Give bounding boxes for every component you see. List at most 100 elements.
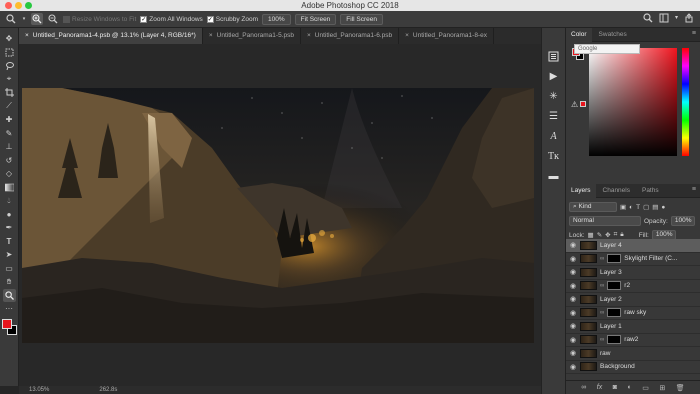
link-icon[interactable]: ∞ bbox=[600, 256, 604, 262]
minimize-window-button[interactable] bbox=[15, 2, 22, 9]
layer-thumbnail[interactable] bbox=[580, 294, 597, 304]
filter-smart-icon[interactable]: ▤ bbox=[652, 203, 658, 211]
layer-name[interactable]: r2 bbox=[624, 282, 630, 289]
dodge-tool-icon[interactable]: ● bbox=[3, 208, 16, 222]
document-image[interactable] bbox=[22, 88, 534, 343]
layer-row[interactable]: ◉ ∞ r2 bbox=[566, 280, 700, 293]
zoom-tool-preset-icon[interactable] bbox=[5, 13, 17, 25]
clone-stamp-tool-icon[interactable]: ⊥ bbox=[3, 140, 16, 154]
workspace-icon[interactable] bbox=[659, 13, 669, 25]
layer-row[interactable]: ◉ Layer 4 bbox=[566, 239, 700, 253]
zoom-tool-icon[interactable] bbox=[2, 288, 16, 302]
zoom-window-button[interactable] bbox=[25, 2, 32, 9]
blend-mode-select[interactable]: Normal bbox=[569, 216, 641, 226]
path-selection-tool-icon[interactable]: ➤ bbox=[3, 248, 16, 262]
layer-row[interactable]: ◉ Layer 1 bbox=[566, 320, 700, 334]
layer-thumbnail[interactable] bbox=[580, 321, 597, 331]
lasso-tool-icon[interactable] bbox=[3, 59, 16, 73]
filter-kind-select[interactable]: ⌕ Kind bbox=[569, 202, 617, 212]
visibility-eye-icon[interactable]: ◉ bbox=[569, 336, 577, 344]
tab-close-icon[interactable]: × bbox=[209, 28, 213, 44]
more-tools-icon[interactable]: ··· bbox=[3, 302, 16, 316]
lock-position-icon[interactable]: ✥ bbox=[605, 231, 610, 239]
filter-type-icon[interactable]: T bbox=[636, 204, 640, 211]
search-icon[interactable] bbox=[643, 13, 653, 25]
tab-layers[interactable]: Layers bbox=[566, 183, 596, 198]
layer-name[interactable]: Layer 1 bbox=[600, 323, 622, 330]
hand-tool-icon[interactable]: ✋︎ bbox=[3, 275, 16, 289]
tab-close-icon[interactable]: × bbox=[405, 28, 409, 44]
healing-brush-tool-icon[interactable]: ✚ bbox=[3, 113, 16, 127]
pen-tool-icon[interactable]: ✒ bbox=[3, 221, 16, 235]
visibility-eye-icon[interactable]: ◉ bbox=[569, 268, 577, 276]
fx-icon[interactable]: fx bbox=[597, 384, 602, 391]
zoom-100-button[interactable]: 100% bbox=[262, 13, 291, 25]
adjustments-panel-icon[interactable]: ✳ bbox=[547, 86, 561, 106]
chevron-down-icon[interactable]: ▾ bbox=[21, 13, 27, 25]
blur-tool-icon[interactable]: 💧︎ bbox=[3, 194, 16, 208]
tab-swatches[interactable]: Swatches bbox=[594, 28, 632, 42]
layer-thumbnail[interactable] bbox=[580, 335, 597, 345]
layer-name[interactable]: raw bbox=[600, 350, 610, 357]
scrubby-zoom-checkbox[interactable]: ✓ Scrubby Zoom bbox=[206, 15, 258, 23]
lock-all-icon[interactable]: 🔒︎ bbox=[620, 231, 623, 239]
tab-panorama-4[interactable]: × Untitled_Panorama1-4.psb @ 13.1% (Layer… bbox=[19, 28, 203, 44]
measurement-log-icon[interactable]: ▬ bbox=[547, 166, 561, 186]
visibility-eye-icon[interactable]: ◉ bbox=[569, 295, 577, 303]
layer-thumbnail[interactable] bbox=[580, 254, 597, 264]
visibility-eye-icon[interactable]: ◉ bbox=[569, 282, 577, 290]
panel-menu-icon[interactable]: ≡ bbox=[692, 186, 696, 193]
layer-row[interactable]: ◉ raw bbox=[566, 347, 700, 361]
document-info[interactable]: 262.8s bbox=[99, 386, 117, 394]
tab-panorama-8[interactable]: × Untitled_Panorama1-8-ex bbox=[399, 28, 494, 44]
new-group-icon[interactable]: ▭ bbox=[642, 384, 649, 392]
close-window-button[interactable] bbox=[5, 2, 12, 9]
lock-pixels-icon[interactable]: ▦ bbox=[588, 231, 594, 239]
zoom-out-icon[interactable] bbox=[47, 13, 59, 25]
visibility-eye-icon[interactable]: ◉ bbox=[569, 349, 577, 357]
link-icon[interactable]: ∞ bbox=[600, 337, 604, 343]
link-icon[interactable]: ∞ bbox=[600, 283, 604, 289]
visibility-eye-icon[interactable]: ◉ bbox=[569, 309, 577, 317]
layer-name[interactable]: Skylight Filter (C... bbox=[624, 255, 677, 262]
trash-icon[interactable]: 🗑︎ bbox=[676, 384, 685, 392]
zoom-all-windows-checkbox[interactable]: ✓ Zoom All Windows bbox=[140, 15, 203, 23]
gamut-warning-icon[interactable]: ⚠ bbox=[571, 100, 578, 109]
hue-slider[interactable] bbox=[682, 48, 689, 156]
opacity-input[interactable]: 100% bbox=[670, 216, 696, 226]
chevron-down-icon[interactable]: ▾ bbox=[675, 13, 678, 25]
zoom-level[interactable]: 13.05% bbox=[29, 386, 49, 394]
layer-name[interactable]: Layer 3 bbox=[600, 269, 622, 276]
layer-row[interactable]: ◉ Layer 2 bbox=[566, 293, 700, 307]
tab-close-icon[interactable]: × bbox=[307, 28, 311, 44]
visibility-eye-icon[interactable]: ◉ bbox=[569, 241, 577, 249]
history-panel-icon[interactable] bbox=[547, 46, 561, 66]
filter-toggle-icon[interactable]: ● bbox=[661, 204, 665, 211]
layer-name[interactable]: raw2 bbox=[624, 336, 638, 343]
layer-row[interactable]: ◉ ∞ Skylight Filter (C... bbox=[566, 253, 700, 266]
lock-paint-icon[interactable]: ✎ bbox=[597, 231, 602, 239]
gradient-tool-icon[interactable] bbox=[3, 181, 16, 195]
foreground-color-swatch[interactable] bbox=[1, 318, 12, 329]
layer-thumbnail[interactable] bbox=[580, 348, 597, 358]
brush-tool-icon[interactable]: ✎ bbox=[3, 127, 16, 141]
layer-mask-thumbnail[interactable] bbox=[607, 254, 622, 264]
lock-artboard-icon[interactable]: ⌗ bbox=[614, 231, 618, 239]
new-layer-icon[interactable]: ⊞ bbox=[659, 384, 665, 392]
resize-windows-checkbox[interactable]: Resize Windows to Fit bbox=[63, 15, 136, 23]
eraser-tool-icon[interactable]: ◇ bbox=[3, 167, 16, 181]
tab-panorama-6[interactable]: × Untitled_Panorama1-6.psb bbox=[301, 28, 400, 44]
layer-mask-thumbnail[interactable] bbox=[607, 335, 622, 345]
type-tool-icon[interactable]: T bbox=[3, 235, 16, 249]
panel-menu-icon[interactable]: ≡ bbox=[692, 30, 696, 37]
link-layers-icon[interactable]: ∞ bbox=[581, 384, 586, 391]
layer-mask-thumbnail[interactable] bbox=[607, 281, 622, 291]
layer-name[interactable]: Background bbox=[600, 363, 635, 370]
color-swatches[interactable] bbox=[1, 318, 17, 335]
layer-row[interactable]: ◉ ∞ raw2 bbox=[566, 334, 700, 347]
filter-pixel-icon[interactable]: ▣ bbox=[620, 203, 626, 211]
gamut-color-chip[interactable] bbox=[580, 101, 586, 107]
paragraph-styles-icon[interactable]: Tĸ bbox=[547, 146, 561, 166]
visibility-eye-icon[interactable]: ◉ bbox=[569, 363, 577, 371]
canvas-area[interactable] bbox=[19, 44, 541, 386]
